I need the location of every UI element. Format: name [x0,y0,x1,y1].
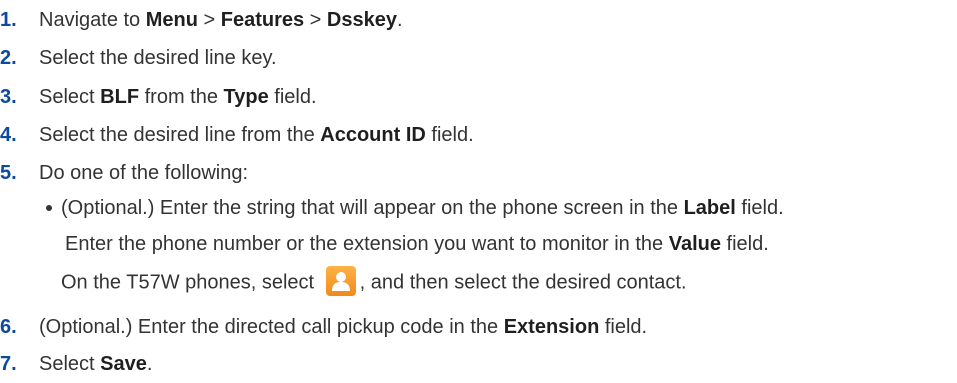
features-term: Features [220,9,305,31]
value-term: Value [668,233,721,255]
extension-term: Extension [503,316,600,338]
step-text-part: . [146,353,153,375]
step-text: Select the desired line from the Account… [39,121,474,149]
label-term: Label [683,197,736,219]
account-id-term: Account ID [320,124,426,146]
sub-option-line-2: Enter the phone number or the extension … [65,230,769,258]
step-text-part: Select the desired line from the [39,124,321,146]
menu-term: Menu [145,9,198,31]
step-text-part: Navigate to [39,9,146,31]
step-number: 4. [0,124,17,146]
step-text-part: field. [425,124,474,146]
step-text-part: from the [139,86,224,108]
step-number: 2. [0,47,17,69]
step-number: 1. [0,9,17,31]
type-term: Type [223,86,269,108]
step-text: Select Save. [39,350,152,378]
blf-term: BLF [100,86,140,108]
step-text: Select BLF from the Type field. [39,83,317,111]
step-text-part: (Optional.) Enter the directed call pick… [39,316,504,338]
step-text: (Optional.) Enter the directed call pick… [39,313,647,341]
step-number: 6. [0,316,17,338]
sub-text-part: On the T57W phones, select [61,271,320,294]
step-text-part: . [396,9,403,31]
sub-text-part: (Optional.) Enter the string that will a… [61,197,684,219]
sub-text-part: , and then select the desired contact. [359,271,687,294]
step-number: 5. [0,162,17,184]
step-text-part: > [304,9,327,31]
step-text-part: Select [39,353,101,375]
save-term: Save [100,353,147,375]
dsskey-term: Dsskey [326,9,397,31]
sub-text-part: Enter the phone number or the extension … [65,233,669,255]
bullet-icon [46,205,52,211]
contact-icon [325,266,356,296]
sub-text-part: field. [720,233,769,255]
step-number: 3. [0,86,17,108]
step-text-part: field. [599,316,648,338]
step-text: Select the desired line key. [39,47,277,69]
step-text: Do one of the following: [39,162,249,184]
sub-option-line-1: (Optional.) Enter the string that will a… [61,194,784,222]
sub-option-line-3: On the T57W phones, select , and then se… [61,266,687,296]
instructions-document: 1. Navigate to Menu > Features > Dsskey.… [0,0,957,383]
step-text-part: Select [39,86,101,108]
step-text-part: field. [268,86,317,108]
sub-text-part: field. [735,197,784,219]
step-text: Navigate to Menu > Features > Dsskey. [39,6,403,34]
step-text-part: > [197,9,221,31]
step-number: 7. [0,353,17,375]
